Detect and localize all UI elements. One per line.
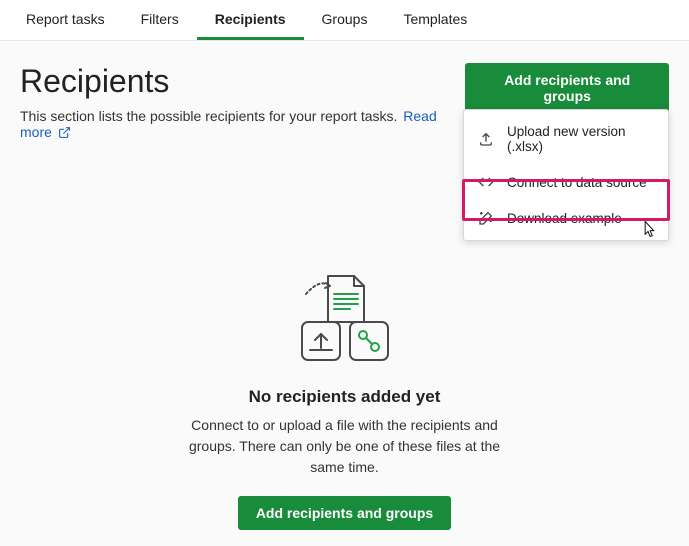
menu-download-example[interactable]: Download example: [464, 200, 668, 236]
tab-recipients[interactable]: Recipients: [197, 0, 304, 40]
page-title: Recipients: [20, 63, 465, 100]
menu-connect-data-source[interactable]: Connect to data source: [464, 164, 668, 200]
tab-groups[interactable]: Groups: [304, 0, 386, 40]
cursor-icon: [639, 220, 657, 240]
wand-icon: [478, 210, 494, 226]
page-subtitle: This section lists the possible recipien…: [20, 108, 465, 140]
menu-label: Connect to data source: [507, 175, 647, 190]
add-dropdown: Upload new version (.xlsx) Connect to da…: [463, 109, 669, 241]
empty-text: Connect to or upload a file with the rec…: [175, 415, 515, 478]
external-link-icon: [58, 126, 71, 139]
menu-upload-new-version[interactable]: Upload new version (.xlsx): [464, 114, 668, 164]
tab-templates[interactable]: Templates: [385, 0, 485, 40]
tab-filters[interactable]: Filters: [123, 0, 197, 40]
code-icon: [478, 174, 494, 190]
empty-title: No recipients added yet: [20, 387, 669, 407]
add-recipients-button-bottom[interactable]: Add recipients and groups: [238, 496, 451, 530]
menu-label: Download example: [507, 211, 622, 226]
tab-report-tasks[interactable]: Report tasks: [8, 0, 123, 40]
upload-icon: [478, 131, 494, 147]
page-body: Recipients This section lists the possib…: [0, 41, 689, 546]
empty-illustration: [280, 270, 410, 370]
empty-state: No recipients added yet Connect to or up…: [20, 270, 669, 530]
add-recipients-button[interactable]: Add recipients and groups: [465, 63, 669, 113]
menu-label: Upload new version (.xlsx): [507, 124, 654, 154]
tab-bar: Report tasks Filters Recipients Groups T…: [0, 0, 689, 41]
